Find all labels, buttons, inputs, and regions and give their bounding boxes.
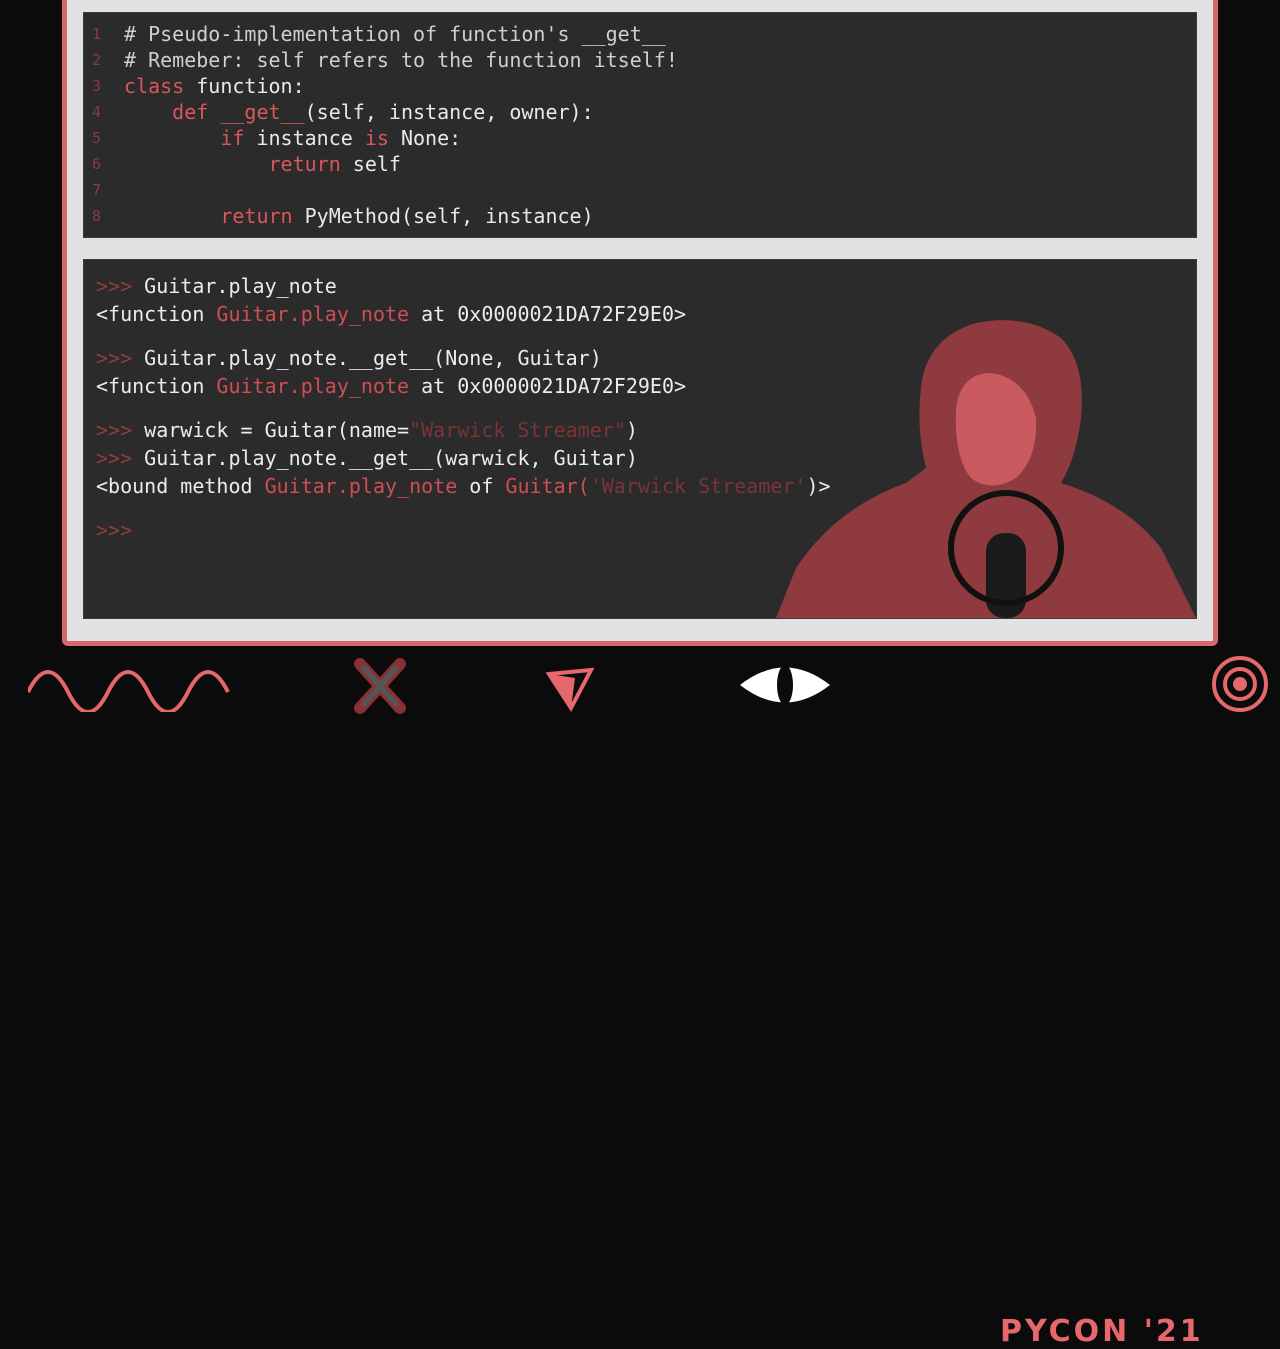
line-number: 7 [92,181,102,199]
console-token: at 0x0000021DA72F29E0> [409,302,687,326]
console-token: Guitar( [505,474,590,498]
console-output-line: <function Guitar.play_note at 0x0000021D… [96,300,686,328]
console-input-line: >>> Guitar.play_note [96,272,337,300]
code-token: return [124,152,353,176]
console-prompt: >>> [96,418,145,442]
console-input-line: >>> Guitar.play_note.__get__(warwick, Gu… [96,444,638,472]
console-token: )> [806,474,831,498]
code-token: def [124,100,221,124]
console-token: 'Warwick Streamer' [589,474,807,498]
code-text: # Pseudo-implementation of function's __… [124,21,666,47]
code-token: None: [400,126,462,150]
line-number: 2 [92,51,102,69]
line-number: 3 [92,77,102,95]
line-number: 5 [92,129,102,147]
console-token: Guitar.play_note [264,474,458,498]
code-text: # Remeber: self refers to the function i… [124,47,678,73]
target-icon [1212,656,1268,712]
code-token: __get__ [220,100,305,124]
console-token: <function [96,374,217,398]
line-number: 8 [92,207,102,225]
console-input-line: >>> [96,516,132,544]
console-token: Guitar.play_note [216,374,410,398]
event-logo-text: PYCON '21 [1000,1314,1204,1349]
wave-icon [28,670,230,712]
console-output-line: <bound method Guitar.play_note of Guitar… [96,472,831,500]
console-token: <bound method [96,474,265,498]
console-token: Guitar.play_note.__get__(None, Guitar) [144,346,602,370]
console-token: <function [96,302,217,326]
code-token: instance [256,126,365,150]
code-text: def __get__(self, instance, owner): [124,99,594,125]
code-text: return PyMethod(self, instance) [124,203,594,229]
python-console[interactable]: >>> Guitar.play_note <function Guitar.pla… [83,259,1197,619]
line-number: 1 [92,25,102,43]
code-token: return [124,204,305,228]
code-token: self [352,152,401,176]
code-text: if instance is None: [124,125,461,151]
console-token: ) [625,418,638,442]
line-number: 4 [92,103,102,121]
console-prompt: >>> [96,518,133,542]
console-output-line: <function Guitar.play_note at 0x0000021D… [96,372,686,400]
console-token: of [457,474,506,498]
console-token: Guitar.play_note [144,274,337,298]
code-token: if [124,126,257,150]
code-token: function: [196,74,305,98]
code-token: (self, instance, owner): [304,100,594,124]
x-icon [354,658,406,714]
console-token: Guitar.play_note.__get__(warwick, Guitar… [144,446,638,470]
code-text: class function: [124,73,305,99]
code-text: return self [124,151,401,177]
code-token: # Remeber: self refers to the function i… [124,48,678,72]
console-input-line: >>> Guitar.play_note.__get__(None, Guita… [96,344,602,372]
code-token: is [364,126,401,150]
console-prompt: >>> [96,446,145,470]
code-token: class [124,74,197,98]
code-token: # Pseudo-implementation of function's __… [124,22,666,46]
presenter-video [776,320,1196,618]
triangle-pen-icon [545,667,595,712]
console-prompt: >>> [96,346,145,370]
console-input-line: >>> warwick = Guitar(name="Warwick Strea… [96,416,638,444]
console-token: Guitar.play_note [216,302,410,326]
code-token: PyMethod(self, instance) [304,204,594,228]
console-token: at 0x0000021DA72F29E0> [409,374,687,398]
line-number: 6 [92,155,102,173]
console-token: warwick = Guitar(name= [144,418,410,442]
console-token: "Warwick Streamer" [409,418,626,442]
console-prompt: >>> [96,274,145,298]
footer-bar: PYCON '21 [0,650,1280,1349]
code-editor[interactable]: 1 # Pseudo-implementation of function's _… [83,12,1197,238]
eye-icon [740,665,830,705]
